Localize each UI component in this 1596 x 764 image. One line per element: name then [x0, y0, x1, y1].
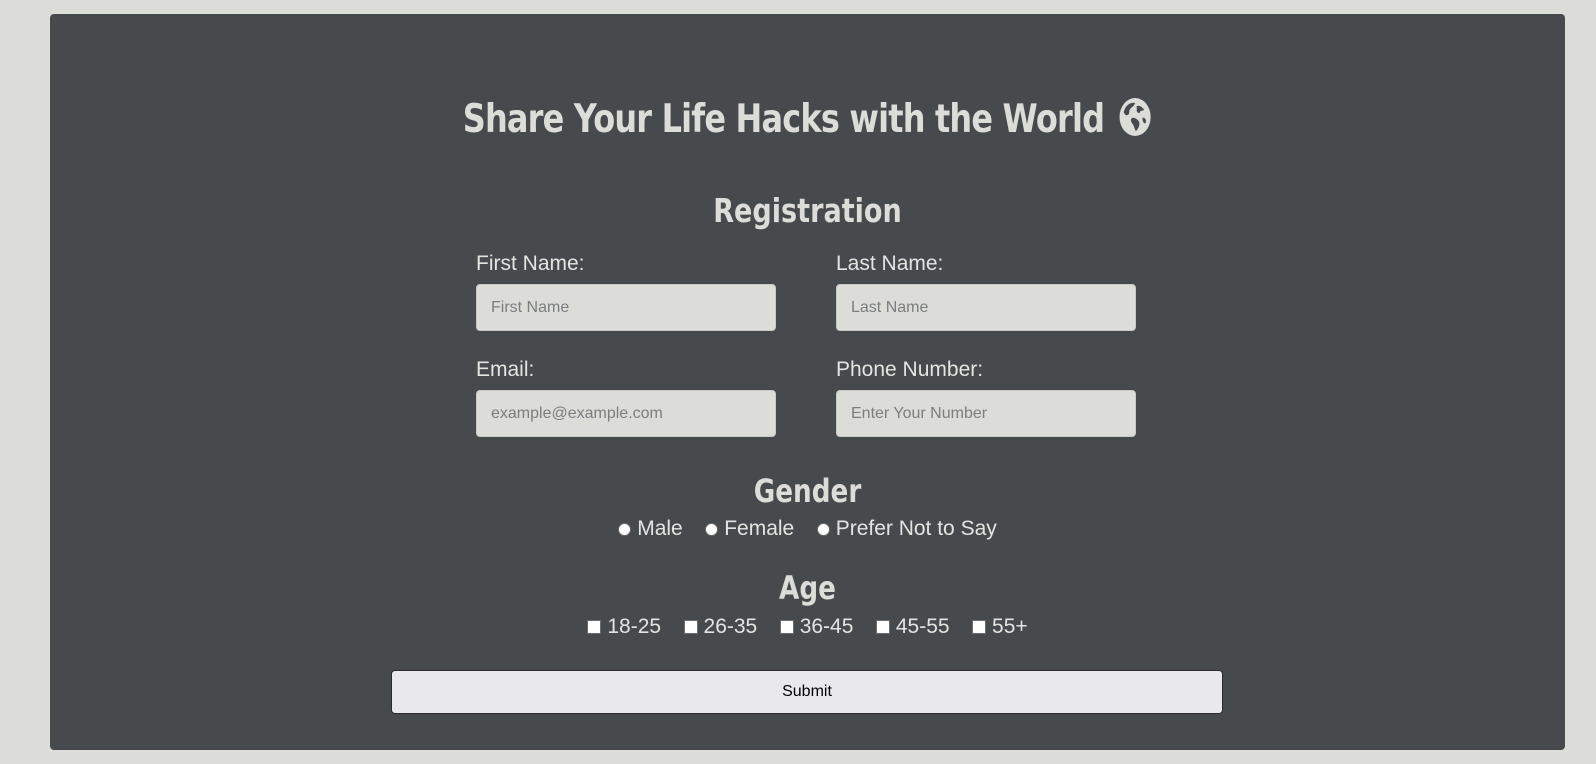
gender-options: Male Female Prefer Not to Say — [50, 517, 1565, 541]
radio-prefer-not-to-say[interactable] — [816, 522, 830, 536]
last-name-input[interactable] — [836, 284, 1136, 331]
age-option-label: 18-25 — [607, 615, 662, 638]
phone-label: Phone Number: — [836, 358, 984, 381]
age-option-label: 26-35 — [703, 615, 758, 638]
age-options: 18-25 26-35 36-45 45-55 55+ — [50, 615, 1565, 639]
page-title-text: Share Your Life Hacks with the World — [462, 97, 1105, 142]
registration-heading: Registration — [713, 191, 902, 230]
age-heading: Age — [779, 569, 836, 607]
checkbox-26-35[interactable] — [683, 620, 698, 634]
radio-male[interactable] — [618, 522, 632, 536]
gender-heading: Gender — [753, 472, 862, 510]
phone-input[interactable] — [836, 390, 1136, 437]
gender-option-label: Prefer Not to Say — [835, 517, 997, 540]
age-option-label: 45-55 — [895, 615, 950, 638]
first-name-input[interactable] — [476, 284, 776, 331]
gender-option-label: Female — [724, 517, 795, 540]
gender-option-female[interactable]: Female — [705, 517, 794, 541]
registration-card: Share Your Life Hacks with the World Reg… — [50, 14, 1565, 750]
gender-option-prefer-not-to-say[interactable]: Prefer Not to Say — [816, 517, 997, 541]
page-title: Share Your Life Hacks with the World — [186, 96, 1428, 142]
gender-option-male[interactable]: Male — [618, 517, 683, 541]
radio-female[interactable] — [705, 522, 719, 536]
globe-icon — [1119, 98, 1151, 136]
gender-option-label: Male — [637, 517, 683, 540]
age-option-label: 55+ — [992, 615, 1028, 638]
checkbox-18-25[interactable] — [587, 620, 602, 634]
age-option-45-55[interactable]: 45-55 — [875, 615, 950, 639]
email-label: Email: — [476, 358, 535, 381]
age-option-18-25[interactable]: 18-25 — [587, 615, 661, 639]
age-option-55-plus[interactable]: 55+ — [972, 615, 1028, 639]
age-option-36-45[interactable]: 36-45 — [779, 615, 854, 639]
age-option-label: 36-45 — [799, 615, 854, 638]
checkbox-45-55[interactable] — [875, 620, 890, 634]
age-option-26-35[interactable]: 26-35 — [683, 615, 758, 639]
first-name-label: First Name: — [476, 252, 585, 275]
submit-button[interactable]: Submit — [391, 670, 1223, 714]
checkbox-55-plus[interactable] — [972, 620, 987, 634]
last-name-label: Last Name: — [836, 252, 944, 275]
checkbox-36-45[interactable] — [779, 620, 794, 634]
email-input[interactable] — [476, 390, 776, 437]
